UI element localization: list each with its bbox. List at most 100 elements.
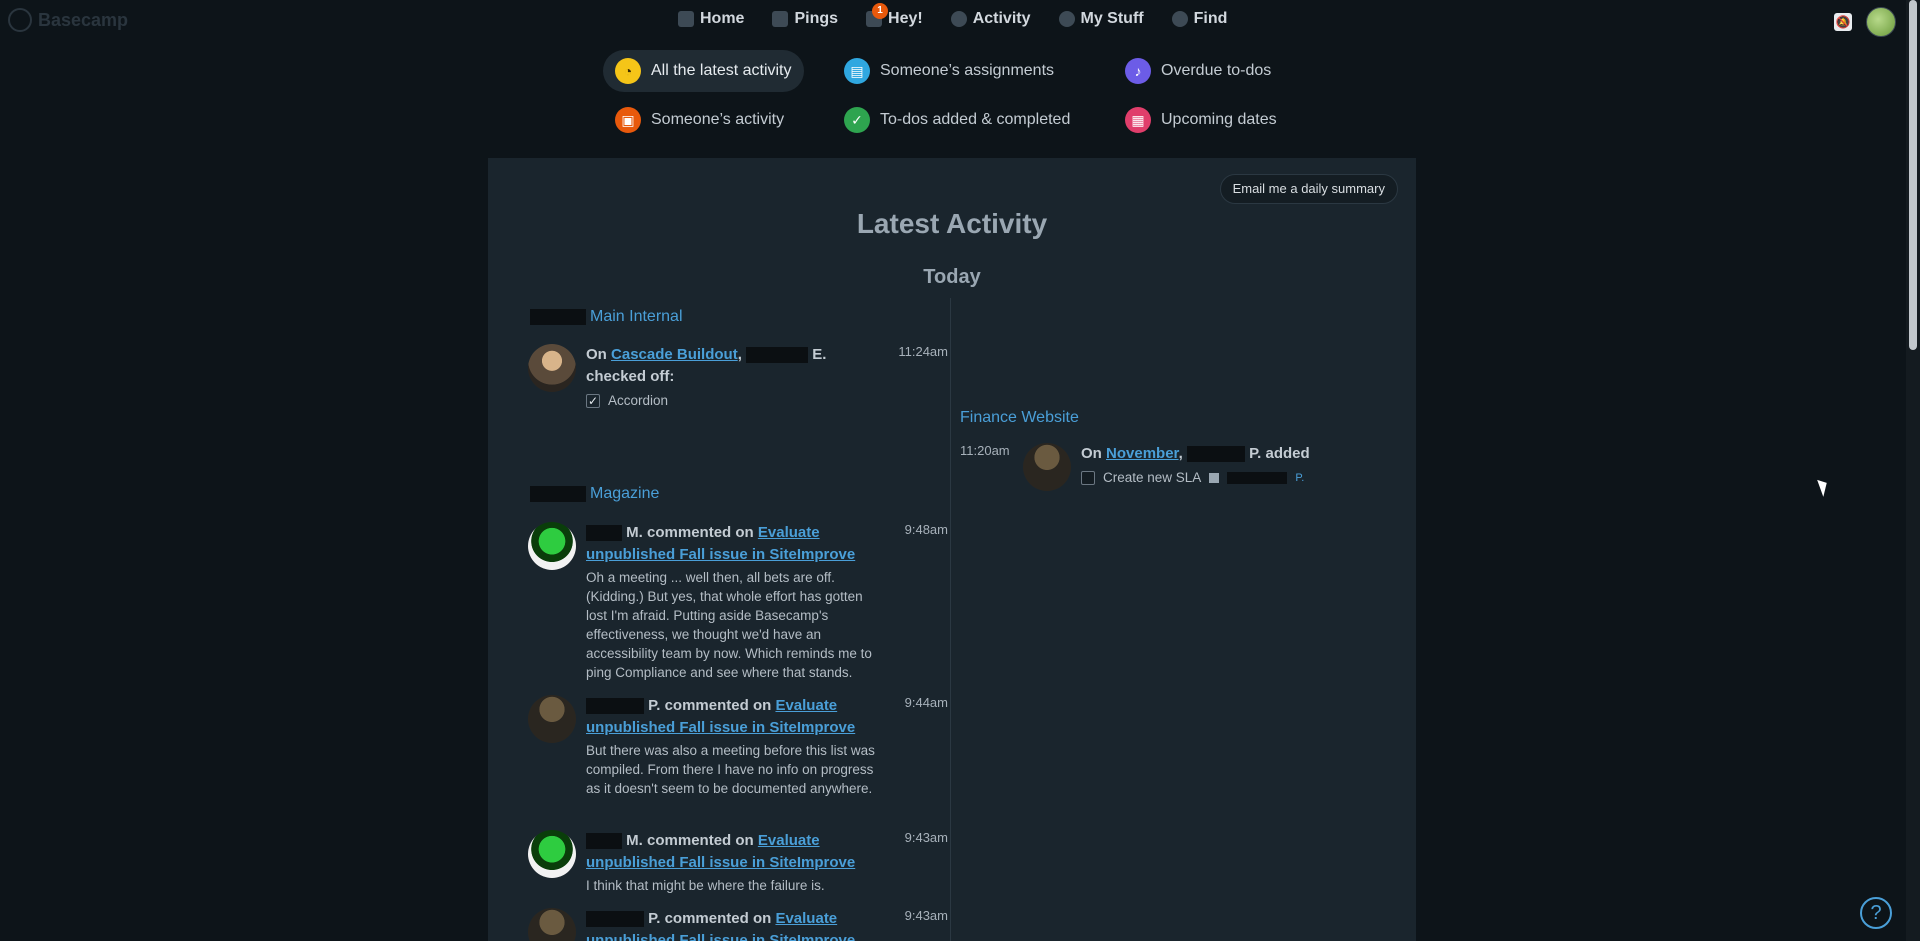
comment-snippet: Oh a meeting ... well then, all bets are…: [586, 570, 872, 680]
activity-time: 9:43am: [904, 908, 948, 923]
person-name: E.: [812, 346, 827, 363]
checkmark-icon: ✓: [844, 107, 870, 133]
activity-action: commented on: [647, 832, 754, 849]
activity-prefix: On: [1081, 445, 1102, 462]
filter-all-latest-label: All the latest activity: [651, 62, 792, 79]
filter-someones-activity[interactable]: ▣ Someone’s activity: [603, 99, 796, 141]
checked-checkbox-icon[interactable]: ✓: [586, 394, 600, 408]
avatar[interactable]: [528, 908, 576, 941]
project-link-main-internal[interactable]: Main Internal: [530, 308, 683, 326]
scrollbar-thumb[interactable]: [1909, 0, 1917, 350]
basecamp-logo[interactable]: Basecamp: [8, 8, 128, 32]
main-nav: Home Pings 1 Hey! Activity My Stuff Find: [678, 3, 1228, 28]
redacted-text: [530, 309, 586, 325]
calendar-icon: ▦: [1125, 107, 1151, 133]
comment-snippet: But there was also a meeting before this…: [586, 743, 875, 796]
checked-todo: ✓ Accordion: [586, 390, 886, 412]
person-name: P.: [1249, 445, 1262, 462]
activity-item: M. commented on Evaluate unpublished Fal…: [528, 830, 948, 904]
avatar[interactable]: [528, 344, 576, 392]
redacted-text: [586, 698, 644, 715]
clipboard-icon: ▤: [844, 58, 870, 84]
activity-time: 11:24am: [898, 344, 948, 359]
avatar[interactable]: [528, 522, 576, 570]
avatar[interactable]: [528, 695, 576, 743]
day-heading: Today: [923, 266, 981, 288]
page-title: Latest Activity: [856, 208, 1048, 239]
nav-my-stuff[interactable]: My Stuff: [1058, 10, 1144, 28]
notifications-muted-bell-icon[interactable]: 🔕: [1834, 13, 1852, 31]
alarm-bell-icon: ♪: [1125, 58, 1151, 84]
nav-hey[interactable]: 1 Hey!: [866, 3, 923, 28]
redacted-text: [530, 486, 586, 502]
assignee-icon: [1209, 473, 1220, 483]
activity-time: 9:43am: [904, 830, 948, 845]
todo-list-link[interactable]: Cascade Buildout: [611, 346, 738, 363]
person-name: P.: [648, 697, 661, 714]
avatar[interactable]: [528, 830, 576, 878]
nav-hey-label: Hey!: [888, 10, 923, 27]
email-daily-summary-button[interactable]: Email me a daily summary: [1219, 174, 1398, 204]
assignee-initial[interactable]: P.: [1295, 467, 1304, 489]
nav-find[interactable]: Find: [1171, 10, 1228, 28]
activity-action: checked off:: [586, 368, 675, 385]
activity-item: 11:20am On November, P. added Create new…: [960, 443, 1360, 503]
smiley-icon: [1058, 11, 1075, 27]
top-right-controls: 🔕: [1834, 7, 1896, 37]
todo-label[interactable]: Create new SLA: [1103, 467, 1201, 489]
help-button[interactable]: ?: [1860, 897, 1892, 929]
page-scrollbar[interactable]: [1906, 0, 1920, 941]
nav-my-stuff-label: My Stuff: [1080, 10, 1144, 27]
filter-someone-activity-label: Someone’s activity: [651, 111, 785, 128]
mouse-cursor-icon: [1817, 477, 1831, 497]
filter-overdue-todos[interactable]: ♪ Overdue to-dos: [1113, 50, 1283, 92]
filter-todos-added-completed[interactable]: ✓ To-dos added & completed: [832, 99, 1082, 141]
search-icon: [1171, 11, 1188, 27]
activity-time: 9:44am: [904, 695, 948, 710]
activity-body: M. commented on Evaluate unpublished Fal…: [586, 830, 886, 895]
activity-body: P. commented on Evaluate unpublished Fal…: [586, 908, 886, 941]
project-link-magazine[interactable]: Magazine: [530, 485, 659, 503]
project-link-finance-website[interactable]: Finance Website: [960, 409, 1079, 427]
user-avatar[interactable]: [1866, 7, 1896, 37]
nav-home[interactable]: Home: [678, 10, 744, 28]
nav-pings[interactable]: Pings: [772, 10, 838, 28]
comment-snippet: I think that might be where the failure …: [586, 878, 825, 893]
redacted-text: [1186, 446, 1245, 463]
activity-panel: Email me a daily summary Latest Activity…: [488, 158, 1416, 941]
nav-activity[interactable]: Activity: [950, 10, 1031, 28]
avatar[interactable]: [1023, 443, 1071, 491]
filter-assignments-label: Someone’s assignments: [880, 62, 1055, 79]
filter-someones-assignments[interactable]: ▤ Someone’s assignments: [832, 50, 1066, 92]
person-name: M.: [626, 832, 643, 849]
top-navigation: Basecamp Home Pings 1 Hey! Activity My S…: [0, 0, 1920, 40]
filter-overdue-label: Overdue to-dos: [1161, 62, 1272, 79]
activity-item: On Cascade Buildout, E. checked off: ✓ A…: [528, 344, 948, 414]
pings-icon: [772, 11, 789, 27]
project-name: Main Internal: [590, 308, 683, 325]
redacted-text: [586, 525, 622, 542]
added-todo: Create new SLA P.: [1081, 467, 1351, 489]
redacted-text: [586, 833, 622, 850]
project-name: Finance Website: [960, 409, 1079, 426]
nav-find-label: Find: [1193, 10, 1228, 27]
unchecked-checkbox-icon[interactable]: [1081, 471, 1095, 485]
basecamp-logo-icon: [8, 8, 32, 32]
clock-icon: ◔: [615, 58, 641, 84]
home-icon: [678, 11, 694, 27]
person-name: M.: [626, 524, 643, 541]
project-name: Magazine: [590, 485, 660, 502]
nav-activity-label: Activity: [972, 10, 1031, 27]
redacted-text: [1227, 472, 1288, 484]
activity-action: commented on: [664, 697, 772, 714]
filter-all-latest-activity[interactable]: ◔ All the latest activity: [603, 50, 804, 92]
hey-unread-badge: 1: [872, 3, 889, 19]
briefcase-icon: ▣: [615, 107, 641, 133]
filter-upcoming-dates[interactable]: ▦ Upcoming dates: [1113, 99, 1289, 141]
person-name: P.: [648, 910, 661, 927]
activity-item: P. commented on Evaluate unpublished Fal…: [528, 908, 948, 941]
todo-label[interactable]: Accordion: [608, 390, 668, 412]
todo-list-link[interactable]: November: [1106, 445, 1179, 462]
redacted-text: [586, 911, 644, 928]
activity-action: added: [1265, 445, 1310, 462]
